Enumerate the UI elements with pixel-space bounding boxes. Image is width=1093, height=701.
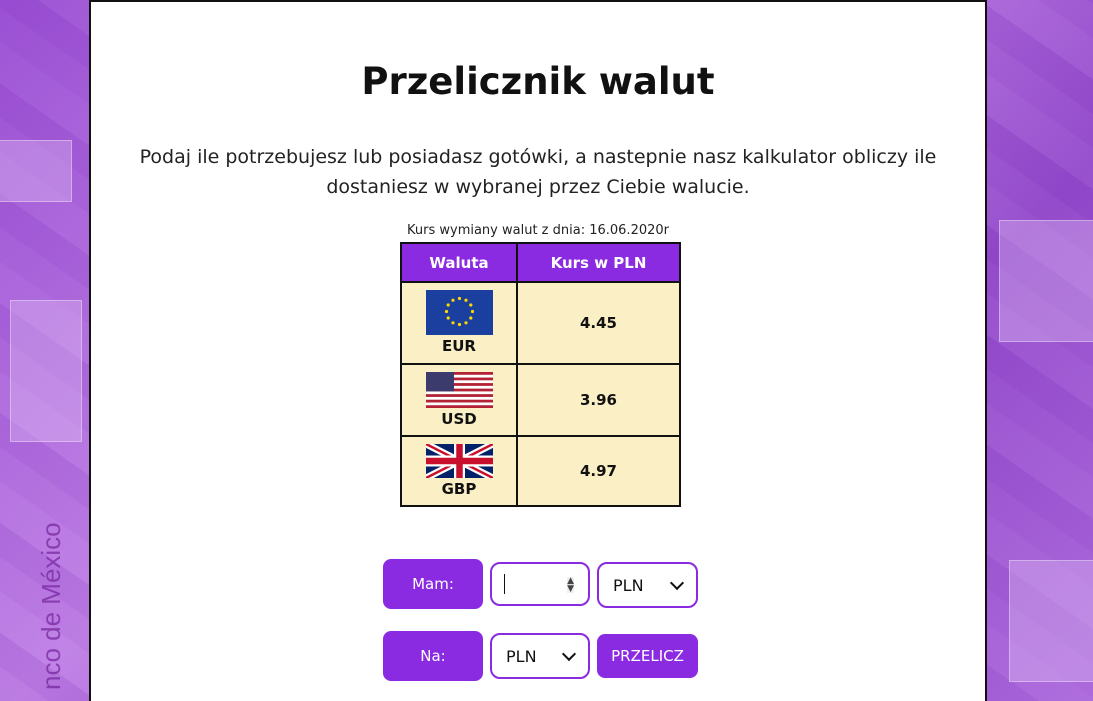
have-currency-select[interactable]: PLN <box>597 562 698 608</box>
currency-cell: EUR <box>400 281 518 365</box>
background-left: nco de México <box>0 0 90 701</box>
to-currency-value: PLN <box>506 646 537 666</box>
header-currency: Waluta <box>400 242 518 283</box>
text-cursor <box>504 574 505 594</box>
intro-text: Podaj ile potrzebujesz lub posiadasz got… <box>139 146 937 198</box>
currency-code: USD <box>441 409 477 428</box>
chevron-down-icon <box>669 575 685 590</box>
rate-value: 3.96 <box>516 363 681 437</box>
number-spinner[interactable]: ▲ ▼ <box>567 577 574 594</box>
currency-cell: USD <box>400 363 518 437</box>
rate-date-caption: Kurs wymiany walut z dnia: 16.06.2020r <box>407 223 669 238</box>
us-flag-icon <box>425 371 493 408</box>
to-currency-select[interactable]: PLN <box>490 633 590 679</box>
eu-flag-icon <box>425 290 493 335</box>
banknote-decoration <box>1009 560 1093 682</box>
table-row: GBP 4.97 <box>400 435 681 507</box>
to-label: Na: <box>383 631 483 681</box>
currency-code: GBP <box>441 479 477 498</box>
rate-value: 4.97 <box>516 435 681 507</box>
banknote-decoration <box>999 220 1093 342</box>
chevron-down-icon <box>561 646 577 661</box>
banknote-text: nco de México <box>36 522 66 690</box>
exchange-rate-table: Waluta Kurs w PLN EUR 4.45 USD 3.96 GBP … <box>400 242 681 507</box>
rate-value: 4.45 <box>516 281 681 365</box>
converter-card: Przelicznik walut Podaj ile potrzebujesz… <box>89 0 987 701</box>
table-row: EUR 4.45 <box>400 281 681 365</box>
currency-cell: GBP <box>400 435 518 507</box>
page-title: Przelicznik walut <box>361 60 715 103</box>
header-rate: Kurs w PLN <box>516 242 681 283</box>
convert-button[interactable]: PRZELICZ <box>597 634 698 678</box>
table-row: USD 3.96 <box>400 363 681 437</box>
banknote-decoration <box>10 300 82 442</box>
background-right <box>989 0 1093 701</box>
have-currency-value: PLN <box>613 575 644 595</box>
table-header-row: Waluta Kurs w PLN <box>400 242 681 283</box>
banknote-decoration <box>0 140 72 202</box>
amount-input[interactable]: ▲ ▼ <box>490 562 590 606</box>
have-label: Mam: <box>383 559 483 609</box>
currency-code: EUR <box>442 337 476 355</box>
uk-flag-icon <box>425 443 493 478</box>
